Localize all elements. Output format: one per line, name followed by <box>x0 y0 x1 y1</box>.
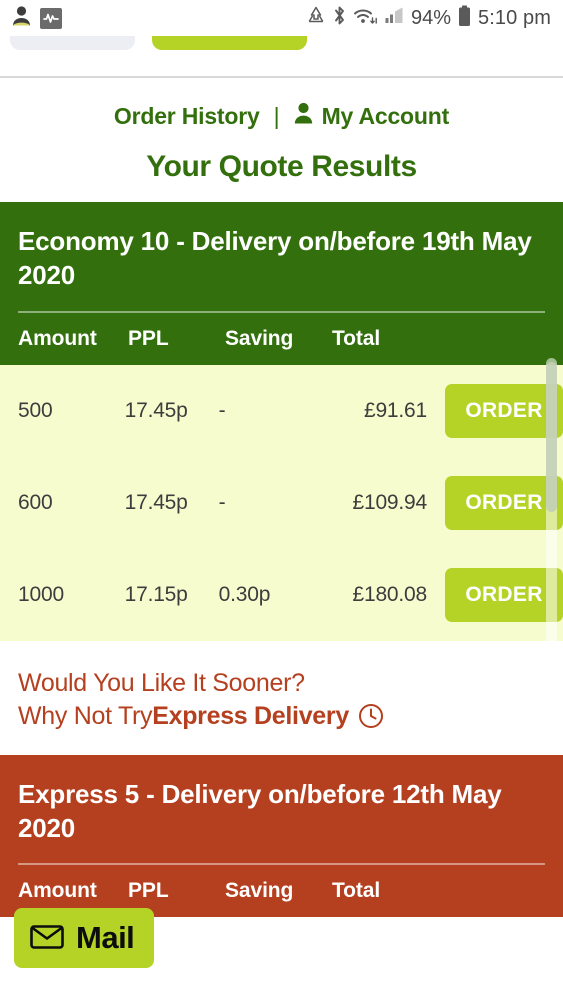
scrollbar-thumb[interactable] <box>546 362 557 512</box>
column-header-total: Total <box>332 326 381 350</box>
quote-card-header: Economy 10 - Delivery on/before 19th May… <box>0 202 563 313</box>
clock-time: 5:10 pm <box>478 6 551 29</box>
activity-monitor-icon <box>40 7 62 29</box>
cell-total: £180.08 <box>352 582 427 606</box>
cell-ppl: 17.45p <box>124 398 188 422</box>
contact-icon <box>12 5 31 31</box>
cell-total: £91.61 <box>363 398 427 422</box>
page-title: Your Quote Results <box>0 140 563 202</box>
mail-button[interactable]: Mail <box>14 908 155 968</box>
cell-amount: 600 <box>18 490 53 514</box>
battery-icon <box>458 5 471 32</box>
quote-card-express-5: Express 5 - Delivery on/before 12th May … <box>0 754 563 918</box>
table-row: 500 17.45p - £91.61 ORDER <box>0 365 563 457</box>
column-header-amount: Amount <box>18 879 97 903</box>
cell-saving: - <box>218 398 226 422</box>
status-bar-left-icons <box>12 5 62 31</box>
top-navigation: Order History | My Account <box>0 78 563 140</box>
cell-amount: 1000 <box>18 582 64 606</box>
quote-table-body: 500 17.45p - £91.61 ORDER 600 17.45p - £… <box>0 364 563 641</box>
cell-total: £109.94 <box>352 490 427 514</box>
table-row: 1000 17.15p 0.30p £180.08 ORDER <box>0 549 563 641</box>
nav-my-account-label: My Account <box>321 102 450 129</box>
column-header-amount: Amount <box>18 326 97 350</box>
status-bar-right-icons: 94% 5:10 pm <box>306 5 551 32</box>
cell-ppl: 17.45p <box>124 490 188 514</box>
partial-app-chrome <box>0 14 563 76</box>
nav-order-history-label: Order History <box>113 102 260 129</box>
column-header-ppl: PPL <box>128 326 169 350</box>
column-header-ppl: PPL <box>128 879 169 903</box>
cell-saving: 0.30p <box>218 582 271 606</box>
promo-line-2: Why Not Try Express Delivery <box>18 700 545 733</box>
cell-ppl: 17.15p <box>124 582 188 606</box>
data-saver-icon <box>306 6 326 30</box>
column-header-total: Total <box>332 879 381 903</box>
mail-envelope-icon <box>30 924 64 953</box>
express-promo: Would You Like It Sooner? Why Not Try Ex… <box>0 640 563 755</box>
nav-my-account[interactable]: My Account <box>294 102 450 130</box>
clock-icon <box>358 703 384 729</box>
quote-card-header: Express 5 - Delivery on/before 12th May … <box>0 754 563 866</box>
mail-button-label: Mail <box>76 920 135 955</box>
scrollbar[interactable] <box>546 358 560 658</box>
promo-prefix: Why Not Try <box>18 701 153 730</box>
nav-order-history[interactable]: Order History <box>114 103 260 130</box>
wifi-icon <box>353 6 378 31</box>
column-header-saving: Saving <box>225 326 294 350</box>
nav-separator: | <box>273 102 280 129</box>
cellular-signal-icon <box>385 7 404 29</box>
status-bar: 94% 5:10 pm <box>0 0 563 36</box>
quote-card-economy-10: Economy 10 - Delivery on/before 19th May… <box>0 202 563 641</box>
promo-express-delivery-link[interactable]: Express Delivery <box>152 700 349 733</box>
person-icon <box>294 102 313 130</box>
quote-table-header: Amount PPL Saving Total <box>0 312 563 365</box>
battery-percentage: 94% <box>411 6 452 29</box>
promo-line-1: Would You Like It Sooner? <box>18 668 305 697</box>
table-row: 600 17.45p - £109.94 ORDER <box>0 457 563 549</box>
bluetooth-icon <box>333 5 346 31</box>
quote-card-title: Express 5 - Delivery on/before 12th May … <box>18 778 502 843</box>
quote-card-title: Economy 10 - Delivery on/before 19th May… <box>18 226 532 291</box>
cell-amount: 500 <box>18 398 53 422</box>
cell-saving: - <box>218 490 226 514</box>
app-screen: 94% 5:10 pm Order History | My Account Y… <box>0 0 563 1000</box>
column-header-saving: Saving <box>225 879 294 903</box>
